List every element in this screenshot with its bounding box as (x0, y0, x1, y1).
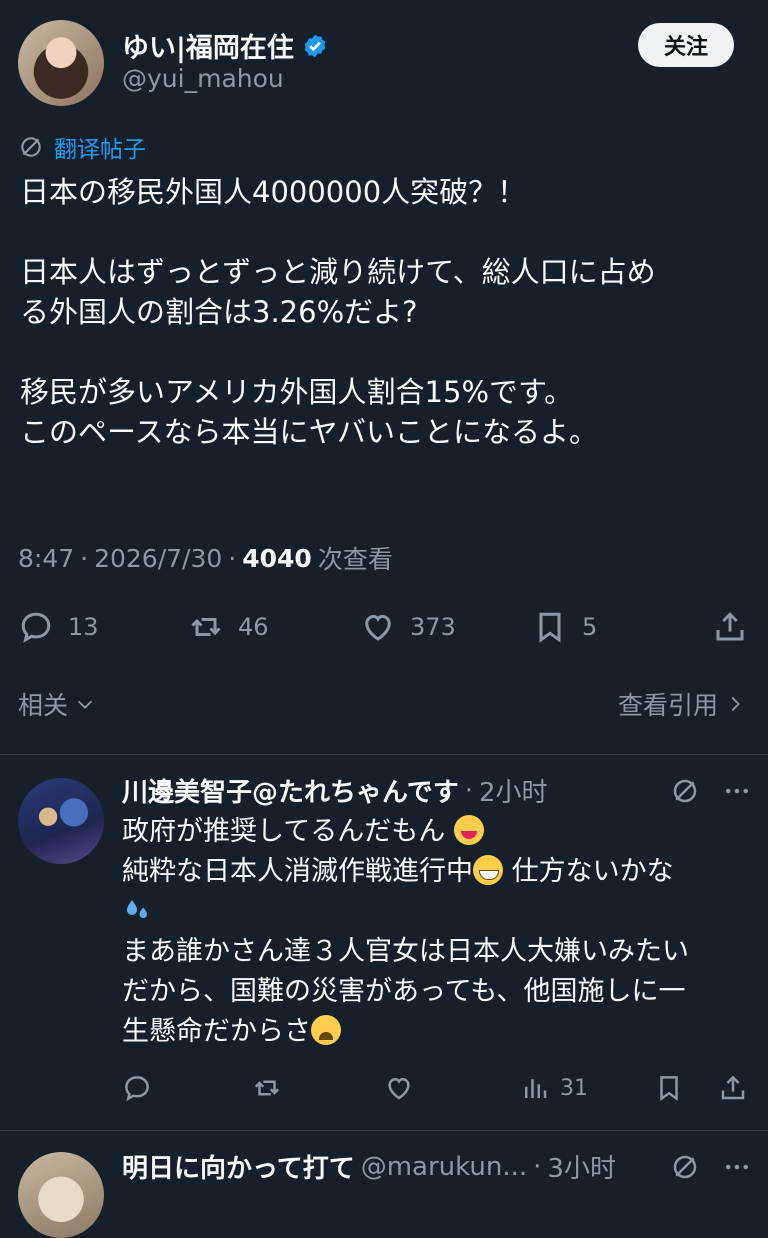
chevron-right-icon (731, 696, 740, 712)
reply-header-icons (670, 1152, 752, 1182)
post-time[interactable]: 8:47 (18, 544, 74, 573)
translate-post-link[interactable]: 翻译帖子 (18, 130, 146, 164)
post-line: る外国人の割合は3.26%だよ? (20, 295, 418, 329)
post-meta: 8:47 · 2026/7/30 · 4040 次查看 (18, 540, 393, 576)
reply-header-icons (670, 776, 752, 806)
post-line: 日本人はずっとずっと減り続けて、総人口に占め (20, 255, 656, 289)
author-avatar[interactable] (18, 20, 104, 106)
like-button[interactable]: 373 (360, 609, 532, 645)
like-button[interactable] (384, 1073, 520, 1103)
related-label: 相关 (18, 691, 69, 720)
bookmark-button[interactable] (654, 1073, 716, 1103)
reply-body: 政府が推奨してるんだもん 純粋な日本人消滅作戦進行中 仕方ないかな まあ誰かさん… (122, 812, 742, 1052)
reply-author-row: 川邊美智子@たれちゃんです · 2小时 (122, 772, 548, 809)
reply-line: まあ誰かさん達３人官女は日本人大嫌いみたい (122, 936, 689, 967)
share-button[interactable] (712, 609, 748, 645)
repost-count: 46 (238, 613, 269, 641)
winking-face-emoji-icon (453, 815, 484, 845)
views-button[interactable]: 31 (520, 1073, 654, 1103)
heart-icon (388, 1077, 410, 1100)
reply-author-name[interactable]: 明日に向かって打て (122, 1148, 355, 1185)
more-icon[interactable] (722, 776, 752, 806)
crying-face-emoji-icon (311, 1015, 341, 1045)
sweat-droplets-emoji-icon (127, 900, 147, 919)
like-count: 373 (410, 613, 456, 641)
translate-icon (21, 137, 41, 157)
post-line: このペースなら本当にヤバいことになるよ。 (20, 415, 598, 449)
reply-avatar[interactable] (18, 778, 104, 864)
reply-button[interactable] (122, 1073, 252, 1103)
reply-time[interactable]: 3小时 (547, 1148, 616, 1185)
reply-line: 生懸命だからさ (122, 1016, 311, 1047)
divider (0, 754, 768, 755)
reply-count: 13 (68, 613, 99, 641)
share-icon (716, 612, 744, 641)
reply-line: 仕方ないかな (511, 856, 674, 887)
repost-icon (254, 1080, 280, 1096)
reply-button[interactable]: 13 (18, 609, 188, 645)
post-line: 移民が多いアメリカ外国人割合15%です。 (20, 375, 574, 409)
comment-icon (21, 612, 51, 643)
reply-actions: 31 (122, 1070, 748, 1106)
reply-avatar[interactable] (18, 1152, 104, 1238)
bookmark-icon (539, 612, 561, 643)
more-icon[interactable] (722, 1152, 752, 1182)
related-toggle[interactable]: 相关 (18, 686, 96, 722)
comment-icon (125, 1076, 149, 1102)
view-count: 4040 (242, 543, 312, 573)
meta-separator: · (80, 543, 89, 573)
meta-separator: · (533, 1151, 542, 1182)
bookmark-button[interactable]: 5 (532, 609, 702, 645)
author-name[interactable]: ゆい|福岡在住 (122, 26, 294, 65)
analytics-icon (525, 1079, 547, 1098)
view-quotes-label: 查看引用 (617, 691, 718, 720)
reply-view-count: 31 (560, 1075, 588, 1101)
translate-icon[interactable] (670, 1152, 700, 1182)
post-line: 日本の移民外国人4000000人突破？！ (20, 175, 527, 209)
divider (0, 1130, 768, 1131)
related-row: 相关 查看引用 (18, 686, 746, 722)
repost-icon (191, 618, 221, 636)
author-name-row: ゆい|福岡在住 (122, 26, 328, 65)
grinning-face-emoji-icon (473, 855, 503, 885)
follow-button[interactable]: 关注 (638, 23, 734, 67)
post-actions: 13 46 373 5 (18, 604, 748, 650)
author-handle[interactable]: @yui_mahou (122, 64, 284, 93)
reply-line: 政府が推奨してるんだもん (122, 816, 446, 847)
repost-button[interactable]: 46 (188, 609, 360, 645)
post-date[interactable]: 2026/7/30 (94, 544, 222, 573)
heart-icon (365, 614, 391, 641)
bookmark-icon (660, 1076, 678, 1102)
reply-header: 明日に向かって打て @marukun... · 3小时 (122, 1148, 752, 1185)
reply-time[interactable]: 2小时 (479, 772, 548, 809)
meta-separator: · (228, 543, 237, 573)
reply-line: だから、国難の災害があっても、他国施しに一 (122, 976, 686, 1007)
reply-author-handle[interactable]: @marukun... (361, 1152, 527, 1182)
meta-separator: · (464, 775, 473, 806)
reply-author-row: 明日に向かって打て @marukun... · 3小时 (122, 1148, 616, 1185)
share-icon (721, 1075, 745, 1100)
reply-header: 川邊美智子@たれちゃんです · 2小时 (122, 772, 752, 809)
translate-label[interactable]: 翻译帖子 (54, 130, 146, 164)
translate-icon[interactable] (670, 776, 700, 806)
share-button[interactable] (718, 1073, 748, 1103)
view-quotes-link[interactable]: 查看引用 (618, 686, 746, 722)
repost-button[interactable] (252, 1073, 384, 1103)
reply-author-name[interactable]: 川邊美智子@たれちゃんです (122, 772, 459, 809)
chevron-down-icon (77, 700, 93, 709)
bookmark-count: 5 (582, 613, 598, 641)
view-label: 次查看 (317, 545, 393, 574)
reply-line: 純粋な日本人消滅作戦進行中 (122, 856, 473, 887)
verified-badge-icon (304, 34, 326, 57)
post-body: 日本の移民外国人4000000人突破？！ 日本人はずっとずっと減り続けて、総人口… (20, 172, 750, 452)
